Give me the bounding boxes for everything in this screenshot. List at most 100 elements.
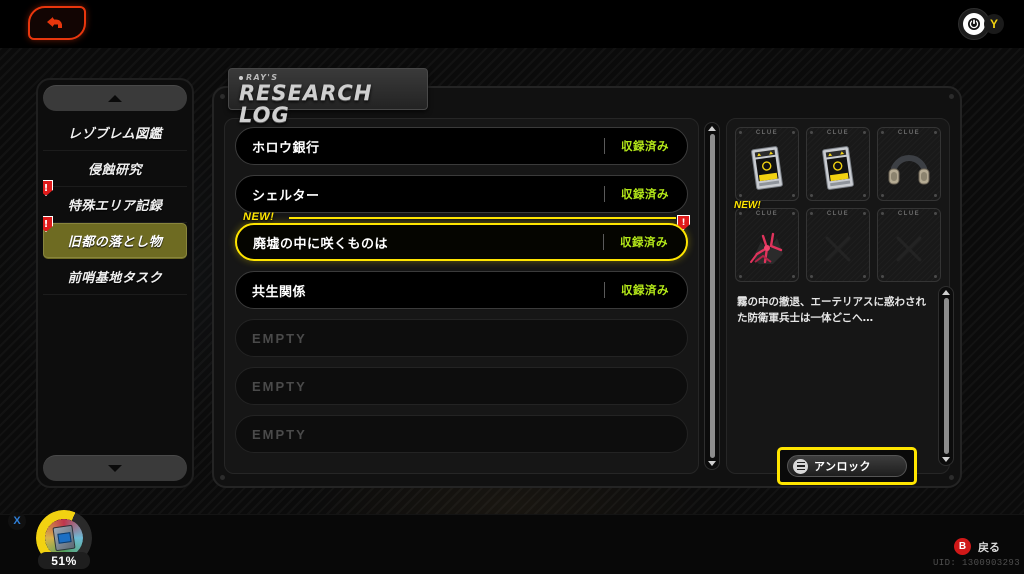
list-row[interactable]: NEW!! 廃墟の中に咲くものは 収録済み: [235, 211, 690, 261]
red-creature-icon: [736, 217, 798, 281]
cell-screw: [810, 131, 813, 134]
scroll-up-arrow-icon: [108, 94, 122, 102]
sidebar-item-label: 前哨基地タスク: [67, 271, 163, 286]
scrollbar-up-arrow-icon[interactable]: [942, 290, 950, 295]
sidebar-item-3[interactable]: ! 旧都の落とし物: [43, 216, 187, 259]
scrollbar-down-arrow-icon[interactable]: [942, 457, 950, 462]
cell-screw: [792, 131, 795, 134]
scrollbar-up-arrow-icon[interactable]: [708, 126, 716, 131]
cell-screw: [863, 212, 866, 215]
clue-cell[interactable]: CLUE: [806, 127, 870, 201]
list-row-name: 廃墟の中に咲くものは: [253, 236, 389, 252]
list-row[interactable]: EMPTY: [235, 367, 688, 405]
alert-icon: !: [677, 215, 690, 230]
cell-screw: [739, 131, 742, 134]
cell-screw: [863, 194, 866, 197]
sidebar-item-4[interactable]: 前哨基地タスク: [43, 259, 187, 295]
scroll-down-arrow-icon: [108, 464, 122, 472]
device-icon: [52, 524, 76, 552]
panel-screw: [949, 94, 954, 99]
list-row-name: EMPTY: [252, 426, 307, 442]
list-row[interactable]: ホロウ銀行 収録済み: [235, 127, 688, 165]
sidebar-scroll-up-button[interactable]: [43, 85, 187, 111]
clue-cell[interactable]: NEW! CLUE: [734, 200, 799, 282]
cell-screw: [739, 275, 742, 278]
sidebar-item-2[interactable]: ! 特殊エリア記録: [43, 180, 187, 223]
cell-screw: [934, 212, 937, 215]
device-screen: [56, 532, 72, 544]
scrollbar-down-arrow-icon[interactable]: [708, 461, 716, 466]
unlock-button-pill[interactable]: アンロック: [787, 455, 907, 477]
sidebar-scroll-down-button[interactable]: [43, 455, 187, 481]
cell-screw: [739, 212, 742, 215]
cell-screw: [810, 212, 813, 215]
cell-screw: [863, 275, 866, 278]
row-divider: [603, 234, 604, 250]
bottom-bar: [0, 514, 1024, 574]
back-hint-label: 戻る: [978, 540, 1000, 554]
cell-screw: [739, 194, 742, 197]
clue-grid: CLUE CLUE CLUE NEW! CLUE CLUE CLUE: [734, 127, 941, 282]
sidebar-item-label: 旧都の落とし物: [67, 235, 163, 250]
progress-percent: 51%: [38, 552, 90, 569]
y-button-hint[interactable]: Y: [984, 14, 1004, 34]
power-icon: [963, 13, 985, 35]
list-row[interactable]: EMPTY: [235, 319, 688, 357]
panel-screw: [949, 475, 954, 480]
cell-screw: [881, 212, 884, 215]
unlock-button-label: アンロック: [814, 460, 872, 473]
list-row-name: EMPTY: [252, 330, 307, 346]
list-row[interactable]: 共生関係 収録済み: [235, 271, 688, 309]
game-screen: Y レゾブレム図鑑 侵蝕研究! 特殊エリア記録! 旧都の落とし物 前哨基地タスク RAY…: [0, 0, 1024, 574]
bullet-icon: [239, 75, 243, 80]
detail-scrollbar[interactable]: [938, 286, 954, 466]
alert-icon: !: [43, 180, 53, 196]
sidebar-item-1[interactable]: 侵蝕研究: [43, 151, 187, 187]
new-badge: NEW!: [734, 200, 761, 211]
list-scrollbar[interactable]: [704, 122, 720, 470]
scrollbar-thumb[interactable]: [709, 134, 715, 458]
clue-cell[interactable]: CLUE: [735, 127, 799, 201]
clue-cell[interactable]: CLUE: [877, 127, 941, 201]
sidebar-item-0[interactable]: レゾブレム図鑑: [43, 115, 187, 151]
back-button[interactable]: [28, 6, 86, 40]
research-log-list: ホロウ銀行 収録済み シェルター 収録済み NEW!! 廃墟の中に咲くものは 収録済み 共生関…: [224, 118, 699, 474]
cell-screw: [881, 131, 884, 134]
list-row-status: 収録済み: [621, 283, 669, 297]
progress-indicator: 51%: [36, 510, 92, 569]
clue-cell[interactable]: CLUE: [806, 208, 870, 282]
back-hint-group[interactable]: B 戻る: [954, 538, 1000, 555]
user-id-label: UID: 1300903293: [932, 558, 1020, 568]
list-row[interactable]: シェルター 収録済み: [235, 175, 688, 213]
cell-screw: [792, 212, 795, 215]
sidebar-item-label: 特殊エリア記録: [67, 199, 163, 214]
sidebar: レゾブレム図鑑 侵蝕研究! 特殊エリア記録 ! 旧都の落とし物 前哨基地タスク: [36, 78, 194, 488]
list-row-status: 収録済み: [621, 139, 669, 153]
locked-cross-icon: [878, 217, 940, 281]
cell-screw: [810, 275, 813, 278]
b-button-hint[interactable]: B: [954, 538, 971, 555]
panel-screw: [220, 94, 225, 99]
new-underline: [289, 217, 676, 219]
locked-cross-icon: [807, 217, 869, 281]
clue-description: 霧の中の撤退、エーテリアスに惑わされた防衛軍兵士は一体どこへ…: [737, 296, 926, 324]
locked-cross-icon: [821, 232, 855, 266]
power-button-group[interactable]: Y: [958, 8, 1004, 40]
list-row-name: 共生関係: [252, 284, 307, 300]
row-divider: [604, 282, 605, 298]
row-divider: [604, 186, 605, 202]
cell-screw: [863, 131, 866, 134]
unlock-button[interactable]: アンロック: [777, 447, 917, 485]
cell-screw: [934, 194, 937, 197]
cell-screw: [792, 194, 795, 197]
tablet-device-icon: [807, 136, 869, 200]
locked-cross-icon: [892, 232, 926, 266]
scrollbar-thumb[interactable]: [943, 298, 949, 454]
list-row[interactable]: EMPTY: [235, 415, 688, 453]
clue-cell[interactable]: CLUE: [877, 208, 941, 282]
sidebar-item-list: レゾブレム図鑑 侵蝕研究! 特殊エリア記録 ! 旧都の落とし物 前哨基地タスク: [43, 115, 187, 451]
x-button-hint[interactable]: X: [8, 512, 26, 530]
top-black-band: [0, 0, 1024, 48]
page-title-plate: RAY'S RESEARCH LOG: [228, 68, 428, 126]
sidebar-item-label: 侵蝕研究: [87, 163, 142, 178]
